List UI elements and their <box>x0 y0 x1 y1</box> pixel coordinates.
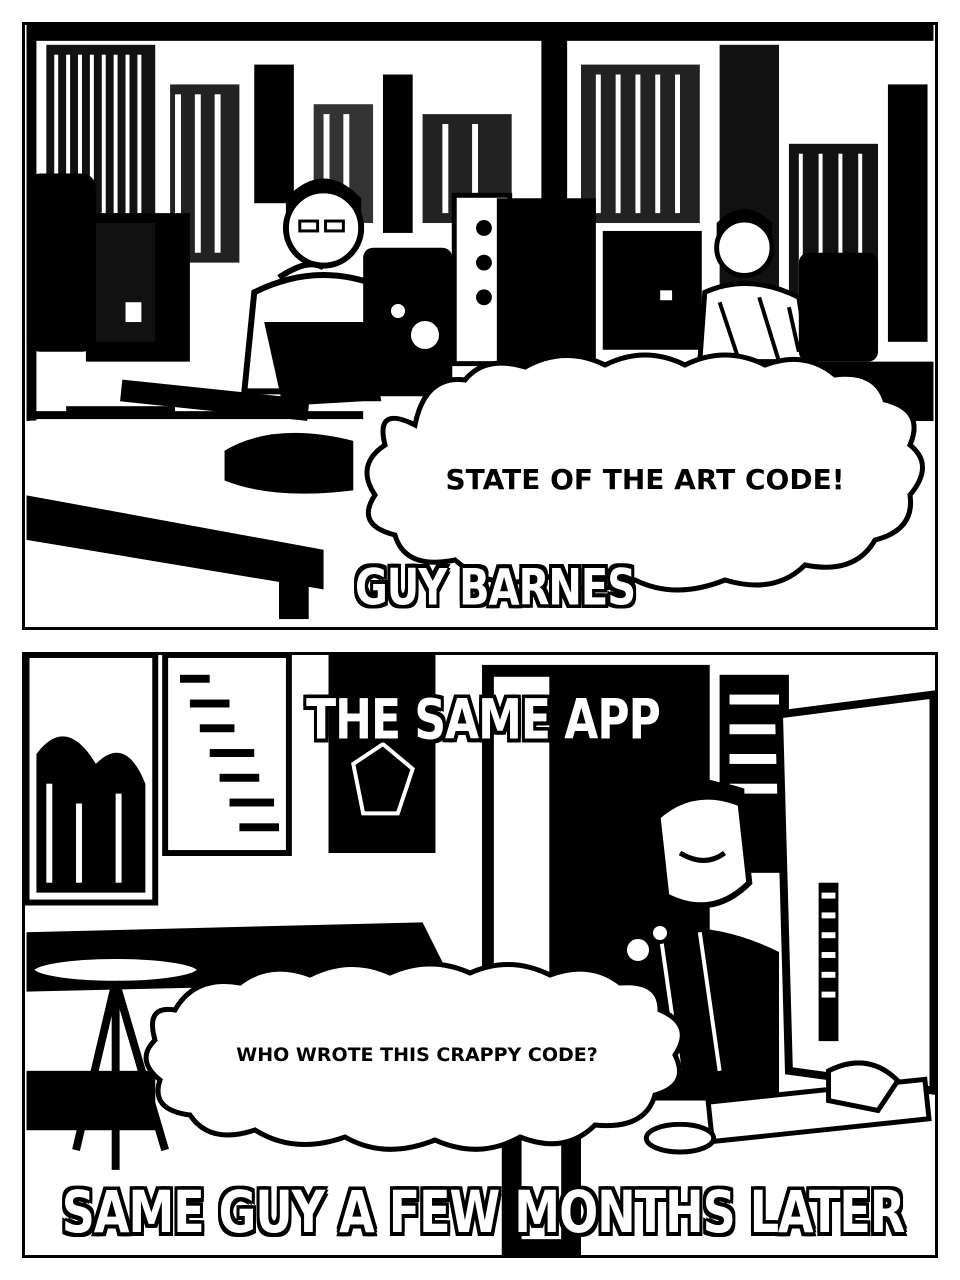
top-caption: THE SAME APP <box>306 688 661 753</box>
comic-panel-1: STATE OF THE ART CODE! GUY BARNES <box>22 22 938 630</box>
thought-bubble-text: STATE OF THE ART CODE! <box>445 462 845 496</box>
thought-bubble-text: WHO WROTE THIS CRAPPY CODE? <box>236 1044 598 1066</box>
character-name-caption: GUY BARNES <box>354 559 636 617</box>
bottom-caption: SAME GUY A FEW MONTHS LATER <box>61 1178 906 1246</box>
comic-panel-2: WHO WROTE THIS CRAPPY CODE? THE SAME APP… <box>22 652 938 1258</box>
